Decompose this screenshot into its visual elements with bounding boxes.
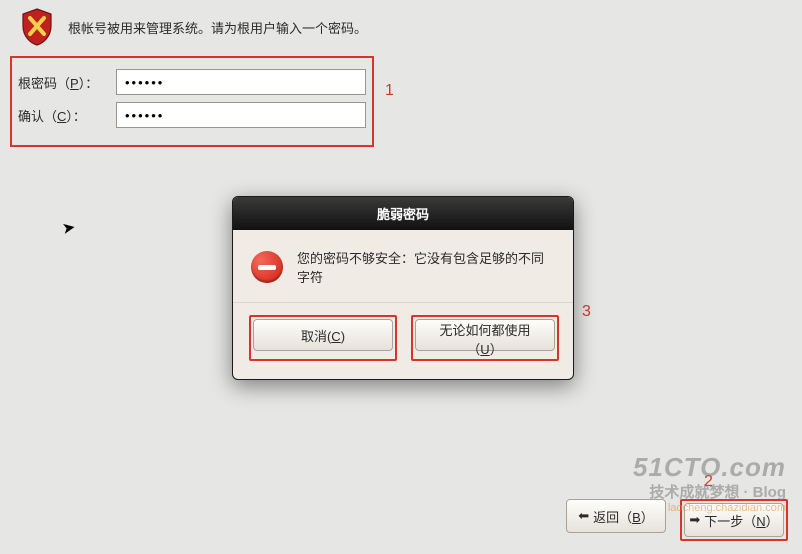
- password-section: 根密码（P）： 确认（C）：: [10, 56, 374, 147]
- annotation-3: 3: [582, 303, 591, 321]
- next-button-highlight: ➡ 下一步（N）: [680, 499, 788, 541]
- annotation-1: 1: [385, 82, 394, 100]
- root-password-label: 根密码（P）：: [18, 73, 110, 92]
- use-anyway-highlight: 无论如何都使用（U）: [411, 315, 559, 361]
- cancel-button-highlight: 取消(C): [249, 315, 397, 361]
- root-password-input[interactable]: [116, 69, 366, 95]
- dialog-button-row: 取消(C) 无论如何都使用（U）: [233, 302, 573, 379]
- root-password-row: 根密码（P）：: [18, 69, 366, 95]
- back-button[interactable]: ⬅ 返回（B）: [566, 499, 666, 533]
- use-anyway-button[interactable]: 无论如何都使用（U）: [415, 319, 555, 351]
- cursor-icon: ➤: [60, 217, 77, 239]
- confirm-password-input[interactable]: [116, 102, 366, 128]
- header-description: 根帐号被用来管理系统。请为根用户输入一个密码。: [68, 18, 367, 37]
- header-description-row: 根帐号被用来管理系统。请为根用户输入一个密码。: [20, 8, 367, 46]
- dialog-title: 脆弱密码: [233, 197, 573, 230]
- error-icon: [251, 251, 283, 283]
- arrow-left-icon: ⬅: [578, 508, 589, 524]
- cancel-button[interactable]: 取消(C): [253, 319, 393, 351]
- dialog-message: 您的密码不够安全：它没有包含足够的不同字符: [297, 248, 555, 286]
- confirm-password-label: 确认（C）：: [18, 106, 110, 125]
- confirm-password-row: 确认（C）：: [18, 102, 366, 128]
- shield-icon: [20, 8, 54, 46]
- dialog-body: 您的密码不够安全：它没有包含足够的不同字符: [233, 230, 573, 296]
- arrow-right-icon: ➡: [689, 512, 700, 528]
- weak-password-dialog: 脆弱密码 您的密码不够安全：它没有包含足够的不同字符 取消(C) 无论如何都使用…: [232, 196, 574, 380]
- wizard-nav-buttons: ⬅ 返回（B） ➡ 下一步（N）: [566, 499, 788, 541]
- annotation-2: 2: [704, 473, 713, 491]
- next-button[interactable]: ➡ 下一步（N）: [684, 503, 784, 537]
